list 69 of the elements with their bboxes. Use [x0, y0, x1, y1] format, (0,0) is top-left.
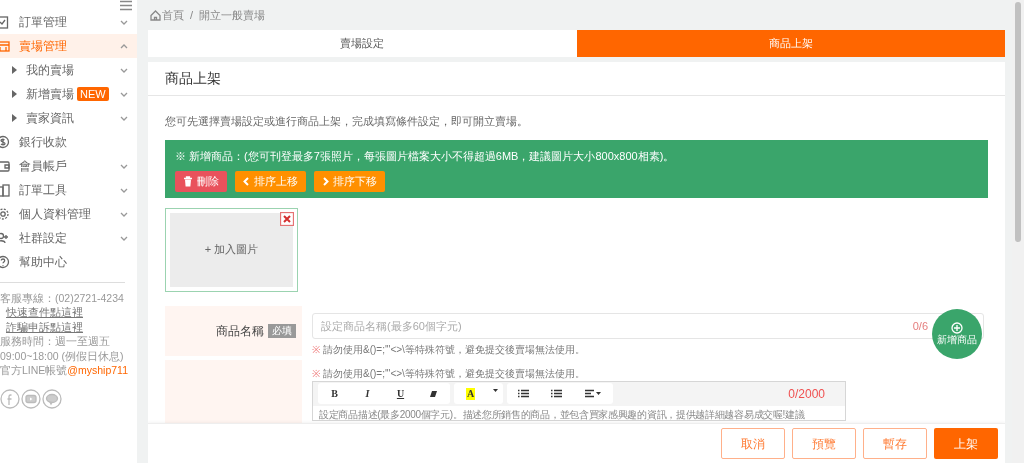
numbered-list-icon — [551, 389, 562, 398]
storefront-icon — [0, 39, 10, 53]
sidebar-item[interactable]: 幫助中心 — [0, 250, 137, 274]
text-area[interactable]: 設定商品描述(最多2000個字元)。描述您所銷售的商品，並包含買家感興趣的資訊，提供越詳細越容易成交喔!建議 — [313, 405, 845, 420]
underline-button[interactable]: U — [384, 383, 417, 404]
contact-text: 客服專線：(02)2721-4234 — [0, 291, 124, 306]
character-counter: 0/2000 — [788, 385, 825, 403]
line-account-link[interactable]: @myship711 — [67, 364, 128, 377]
sidebar-item[interactable]: 社群設定 — [0, 226, 137, 250]
plus-circle-icon — [951, 322, 963, 334]
triangle-icon — [12, 90, 18, 98]
people-icon — [0, 231, 10, 245]
bullet-list-icon — [518, 389, 529, 398]
home-icon — [150, 9, 161, 21]
line-account-label: 官方LINE帳號 — [0, 364, 68, 377]
warning-mark: ※ — [312, 366, 320, 381]
section-title: 商品上架 — [165, 69, 221, 88]
triangle-icon — [12, 66, 18, 74]
breadcrumb-link[interactable]: 首頁 — [150, 6, 184, 24]
action-button[interactable]: 預覽 — [792, 428, 856, 459]
italic-button[interactable]: I — [351, 383, 384, 404]
add-product-button[interactable]: 新增商品 — [932, 309, 982, 359]
eraser-icon — [429, 389, 438, 398]
sidebar-item[interactable]: 賣場管理 — [0, 34, 137, 58]
placeholder-text: 設定商品描述(最多2000個字元)。描述您所銷售的商品，並包含買家感興趣的資訊，提供越詳細越容易成交喔!建議 — [319, 408, 805, 420]
chevron-left-icon — [243, 177, 250, 186]
submenu-item[interactable]: 賣家資訊 — [0, 106, 137, 130]
character-counter: 0/6 — [912, 318, 928, 333]
gear-icon — [0, 207, 10, 221]
chevron-right-icon — [322, 177, 329, 186]
action-button[interactable]: 暫存 — [863, 428, 927, 459]
bold-button[interactable]: B — [318, 383, 351, 404]
warning-text: 請勿使用&()=;'"<>\等特殊符號，避免提交後賣場無法使用。 — [323, 342, 585, 357]
sidebar-item[interactable]: 訂單管理 — [0, 10, 137, 34]
warning-text: 請勿使用&()=;'"<>\等特殊符號，避免提交後賣場無法使用。 — [323, 366, 585, 381]
help-icon — [0, 255, 10, 269]
contact-text: 服務時間：週一至週五 — [0, 334, 110, 349]
breadcrumb-separator: / — [190, 7, 194, 23]
field-label: 商品名稱 — [216, 322, 264, 340]
required-badge: 必填 — [268, 323, 296, 338]
contact-link[interactable]: 快速查件點這裡 — [6, 305, 83, 320]
trash-icon — [183, 176, 193, 187]
warning-mark: ※ — [312, 342, 320, 357]
add-image-button[interactable]: + 加入圖片 — [170, 212, 293, 287]
breadcrumb-current: 開立一般賣場 — [199, 7, 266, 23]
wallet-icon — [0, 159, 10, 173]
triangle-icon — [12, 114, 18, 122]
align-icon — [585, 389, 601, 398]
delete-button[interactable]: 刪除 — [175, 171, 227, 192]
action-button[interactable]: 上架 — [934, 428, 998, 459]
dollar-coin-icon — [0, 135, 10, 149]
sidebar-item[interactable]: 會員帳戶 — [0, 154, 137, 178]
action-button[interactable]: 取消 — [721, 428, 785, 459]
menu-icon — [119, 0, 133, 11]
tab[interactable]: 賣場設定 — [148, 30, 577, 57]
folders-icon — [0, 183, 10, 197]
intro-text: 您可先選擇賣場設定或進行商品上架，完成填寫條件設定，即可開立賣場。 — [165, 114, 529, 129]
contact-link[interactable]: 詐騙申訴點這裡 — [6, 319, 83, 335]
tab[interactable]: 商品上架 — [576, 30, 1005, 57]
submenu-item[interactable]: 我的賣場 — [0, 58, 137, 82]
sidebar-item[interactable]: 個人資料管理 — [0, 202, 137, 226]
close-icon[interactable] — [280, 211, 294, 226]
contact-text: 09:00~18:00 (例假日休息) — [0, 348, 124, 364]
new-badge: NEW — [77, 87, 109, 101]
submenu-item[interactable]: 新增賣場 NEW — [0, 82, 137, 106]
clipboard-icon — [0, 15, 10, 29]
sidebar-item[interactable]: 訂單工具 — [0, 178, 137, 202]
notice-text: ※ 新增商品：(您可刊登最多7張照片，每張圖片檔案大小不得超過6MB，建議圖片大小800x800相素)。 — [175, 148, 676, 164]
sidebar-item[interactable]: 銀行收款 — [0, 130, 137, 154]
